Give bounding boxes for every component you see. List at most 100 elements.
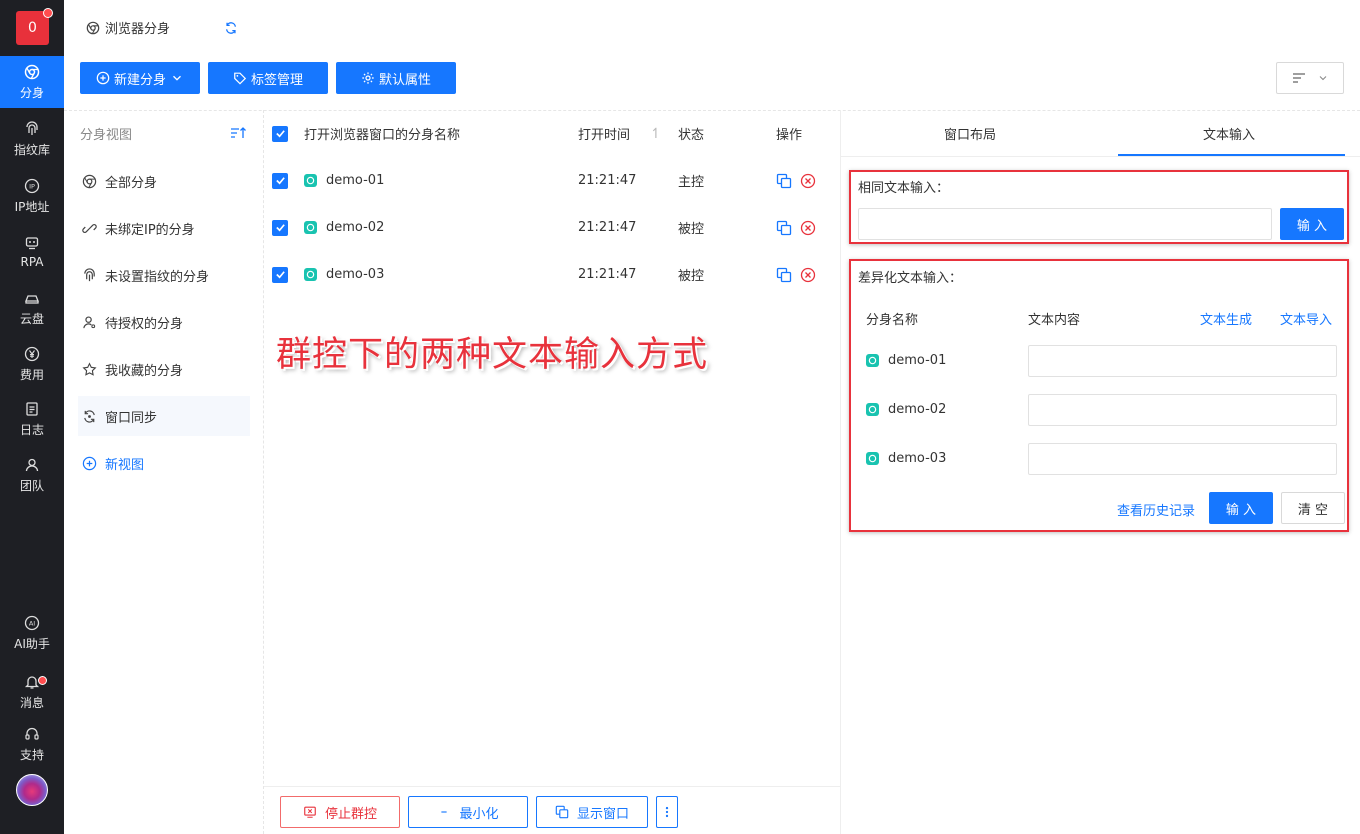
rail-item-rpa[interactable]: RPA	[0, 226, 64, 278]
stop-screen-icon	[304, 806, 316, 818]
diff-col-content: 文本内容	[1028, 313, 1081, 328]
annotation-caption: 群控下的两种文本输入方式	[276, 335, 709, 375]
default-properties-label: 默认属性	[378, 72, 431, 88]
rail-item-messages[interactable]: 消息	[0, 666, 64, 718]
row-checkbox[interactable]	[272, 172, 288, 189]
avatar[interactable]	[16, 774, 48, 806]
view-all-profiles[interactable]: 全部分身	[78, 161, 250, 201]
rail-label: 支持	[19, 747, 44, 762]
view-no-ip[interactable]: 未绑定IP的分身	[78, 208, 250, 248]
header-name: 打开浏览器窗口的分身名称	[304, 128, 461, 143]
view-history-link[interactable]: 查看历史记录	[1117, 500, 1195, 519]
rail-label: AI助手	[14, 636, 50, 651]
profile-name-text: demo-02	[326, 220, 385, 235]
close-circle-icon[interactable]	[800, 173, 816, 189]
rail-item-profiles[interactable]: 分身	[0, 56, 64, 108]
text-generate-link[interactable]: 文本生成	[1200, 309, 1252, 328]
windows-icon	[555, 805, 569, 819]
minimize-button[interactable]: 最小化	[408, 796, 528, 828]
close-circle-icon[interactable]	[800, 267, 816, 283]
nav-rail: 0 分身 指纹库 IP IP地址 RPA 云盘 费用 日志 团队 AI AI助手…	[0, 0, 64, 834]
default-properties-button[interactable]: 默认属性	[336, 62, 456, 94]
table-row[interactable]: demo-03 21:21:47 被控	[264, 251, 840, 298]
new-profile-button[interactable]: 新建分身	[80, 62, 200, 94]
check-icon	[275, 224, 285, 232]
select-all-checkbox[interactable]	[272, 125, 288, 142]
same-text-input[interactable]	[858, 208, 1272, 240]
header-time[interactable]: 打开时间	[578, 124, 630, 143]
diff-submit-label: 输 入	[1225, 502, 1257, 518]
stop-group-control-button[interactable]: 停止群控	[280, 796, 400, 828]
sort-dropdown[interactable]	[1276, 62, 1344, 94]
ai-icon: AI	[24, 615, 40, 630]
refresh-icon[interactable]	[224, 21, 238, 35]
copy-icon[interactable]	[776, 267, 792, 283]
unlink-icon	[82, 223, 97, 233]
view-no-fingerprint[interactable]: 未设置指纹的分身	[78, 255, 250, 295]
row-actions	[776, 220, 816, 236]
profile-icon	[866, 452, 879, 465]
tab-window-layout[interactable]: 窗口布局	[944, 124, 996, 143]
rail-label: 日志	[19, 422, 44, 437]
rail-item-billing[interactable]: 费用	[0, 338, 64, 390]
rail-item-fingerprint[interactable]: 指纹库	[0, 113, 64, 165]
views-sidebar: 分身视图 全部分身 未绑定IP的分身 未设置指纹的分身 待授权的分身 我收藏的分…	[64, 110, 264, 834]
row-checkbox[interactable]	[272, 266, 288, 283]
view-window-sync[interactable]: 窗口同步	[78, 396, 250, 436]
row-checkbox[interactable]	[272, 219, 288, 236]
tab-divider	[841, 156, 1360, 157]
same-text-submit-button[interactable]: 输 入	[1280, 208, 1344, 240]
breadcrumb: 浏览器分身	[86, 18, 170, 37]
table-row[interactable]: demo-01 21:21:47 主控	[264, 157, 840, 204]
rail-label: RPA	[20, 255, 44, 269]
tab-text-input[interactable]: 文本输入	[1203, 124, 1255, 143]
clear-button[interactable]: 清 空	[1281, 492, 1345, 524]
diff-text-title: 差异化文本输入：	[858, 271, 963, 286]
tag-management-button[interactable]: 标签管理	[208, 62, 328, 94]
view-label: 我收藏的分身	[105, 363, 184, 379]
rail-item-cloud[interactable]: 云盘	[0, 282, 64, 334]
user-key-icon	[83, 315, 96, 328]
diff-text-submit-button[interactable]: 输 入	[1209, 492, 1273, 524]
view-label: 未绑定IP的分身	[105, 222, 195, 238]
app-logo[interactable]: 0	[16, 8, 53, 45]
text-import-link[interactable]: 文本导入	[1280, 309, 1332, 328]
view-favorites[interactable]: 我收藏的分身	[78, 349, 250, 389]
show-windows-button[interactable]: 显示窗口	[536, 796, 648, 828]
notification-badge	[38, 676, 47, 685]
profile-icon	[866, 403, 879, 416]
logo-text: 0	[28, 20, 37, 36]
rail-item-support[interactable]: 支持	[0, 718, 64, 770]
rail-item-ai-assistant[interactable]: AI AI助手	[0, 607, 64, 659]
diff-text-input[interactable]	[1028, 345, 1337, 377]
more-vertical-icon	[665, 806, 669, 818]
rail-item-ip[interactable]: IP IP地址	[0, 170, 64, 222]
view-pending-auth[interactable]: 待授权的分身	[78, 302, 250, 342]
diff-row-name: demo-02	[866, 402, 946, 417]
active-tab-indicator	[1118, 154, 1345, 156]
diff-text-input[interactable]	[1028, 394, 1337, 426]
sort-ascending-icon[interactable]	[230, 126, 246, 140]
copy-icon[interactable]	[776, 173, 792, 189]
close-circle-icon[interactable]	[800, 220, 816, 236]
diff-text-input[interactable]	[1028, 443, 1337, 475]
open-time: 21:21:47	[578, 267, 637, 282]
plus-circle-icon	[82, 456, 97, 470]
profile-icon	[304, 174, 317, 187]
copy-icon[interactable]	[776, 220, 792, 236]
minimize-label: 最小化	[459, 806, 499, 822]
more-button[interactable]	[656, 796, 678, 828]
sort-caret-icon[interactable]: ↿	[650, 126, 662, 142]
bottom-action-bar: 停止群控 最小化 显示窗口	[264, 786, 840, 834]
fingerprint-icon	[26, 120, 38, 135]
sort-lines-icon	[1293, 73, 1305, 83]
rail-item-logs[interactable]: 日志	[0, 393, 64, 445]
new-view-button[interactable]: 新视图	[78, 443, 250, 483]
table-row[interactable]: demo-02 21:21:47 被控	[264, 204, 840, 251]
stop-label: 停止群控	[324, 806, 377, 822]
rail-item-team[interactable]: 团队	[0, 449, 64, 501]
new-profile-label: 新建分身	[113, 72, 166, 88]
diff-row-name: demo-01	[866, 353, 946, 368]
profile-name: demo-02	[304, 220, 384, 235]
rail-label: 费用	[19, 367, 44, 382]
